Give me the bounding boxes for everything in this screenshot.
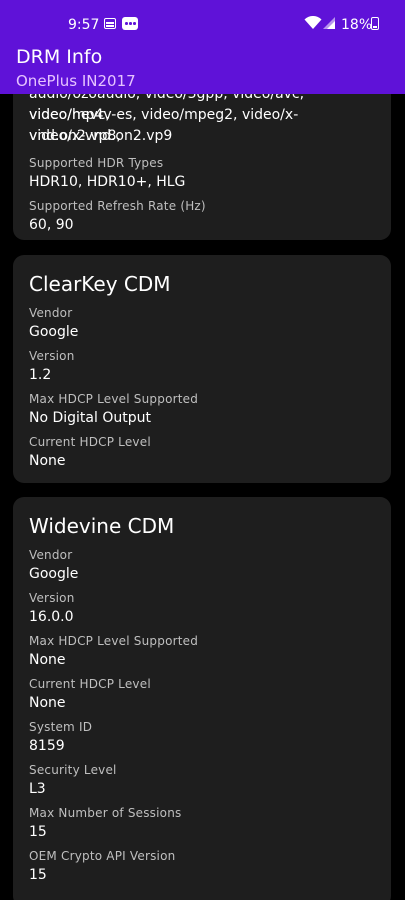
status-bar: 9:57 18%	[0, 0, 405, 38]
message-icon	[104, 18, 116, 29]
field-label-version: Version	[29, 591, 75, 605]
app-bar: DRM Info OnePlus IN2017	[0, 38, 405, 94]
signal-icon	[323, 17, 335, 29]
field-label-max-hdcp: Max HDCP Level Supported	[29, 634, 199, 648]
more-notifications-icon	[122, 17, 138, 30]
field-label-system-id: System ID	[29, 720, 93, 734]
field-value-vendor: Google	[29, 566, 79, 582]
field-value-max-hdcp: None	[29, 652, 66, 668]
field-value-system-id: 8159	[29, 738, 65, 754]
app-title: DRM Info	[16, 46, 103, 68]
field-label-max-hdcp: Max HDCP Level Supported	[29, 392, 199, 406]
field-value-version: 16.0.0	[29, 609, 74, 625]
field-label-max-sessions: Max Number of Sessions	[29, 806, 182, 820]
field-label-current-hdcp: Current HDCP Level	[29, 677, 151, 691]
field-label-current-hdcp: Current HDCP Level	[29, 435, 151, 449]
field-label-vendor: Vendor	[29, 548, 73, 562]
field-value-hdr-types: HDR10, HDR10+, HLG	[29, 174, 186, 190]
card-title-clearkey: ClearKey CDM	[29, 272, 171, 296]
mime-type-line: video/x-vnd.on2.vp9	[29, 128, 173, 144]
field-value-max-sessions: 15	[29, 824, 47, 840]
drm-info-scroll-view[interactable]: audio/ozoaudio, video/3gpp, video/avc, v…	[0, 38, 405, 900]
field-value-refresh-rate: 60, 90	[29, 217, 74, 233]
field-label-refresh-rate: Supported Refresh Rate (Hz)	[29, 199, 206, 213]
card-title-widevine: Widevine CDM	[29, 514, 175, 538]
wifi-icon	[304, 16, 322, 29]
field-value-security-level: L3	[29, 781, 46, 797]
field-label-vendor: Vendor	[29, 306, 73, 320]
battery-icon	[371, 17, 379, 30]
field-value-current-hdcp: None	[29, 453, 66, 469]
field-value-max-hdcp: No Digital Output	[29, 410, 151, 426]
clearkey-cdm-card: ClearKey CDM Vendor Google Version 1.2 M…	[13, 255, 391, 483]
device-subtitle: OnePlus IN2017	[16, 72, 136, 90]
field-label-security-level: Security Level	[29, 763, 117, 777]
status-time: 9:57	[68, 17, 100, 33]
field-value-current-hdcp: None	[29, 695, 66, 711]
field-label-oem-crypto-api: OEM Crypto API Version	[29, 849, 176, 863]
widevine-cdm-card: Widevine CDM Vendor Google Version 16.0.…	[13, 497, 391, 900]
field-label-hdr-types: Supported HDR Types	[29, 156, 164, 170]
battery-percent: 18%	[341, 17, 373, 33]
field-label-version: Version	[29, 349, 75, 363]
field-value-version: 1.2	[29, 367, 52, 383]
field-value-oem-crypto-api: 15	[29, 867, 47, 883]
field-value-vendor: Google	[29, 324, 79, 340]
